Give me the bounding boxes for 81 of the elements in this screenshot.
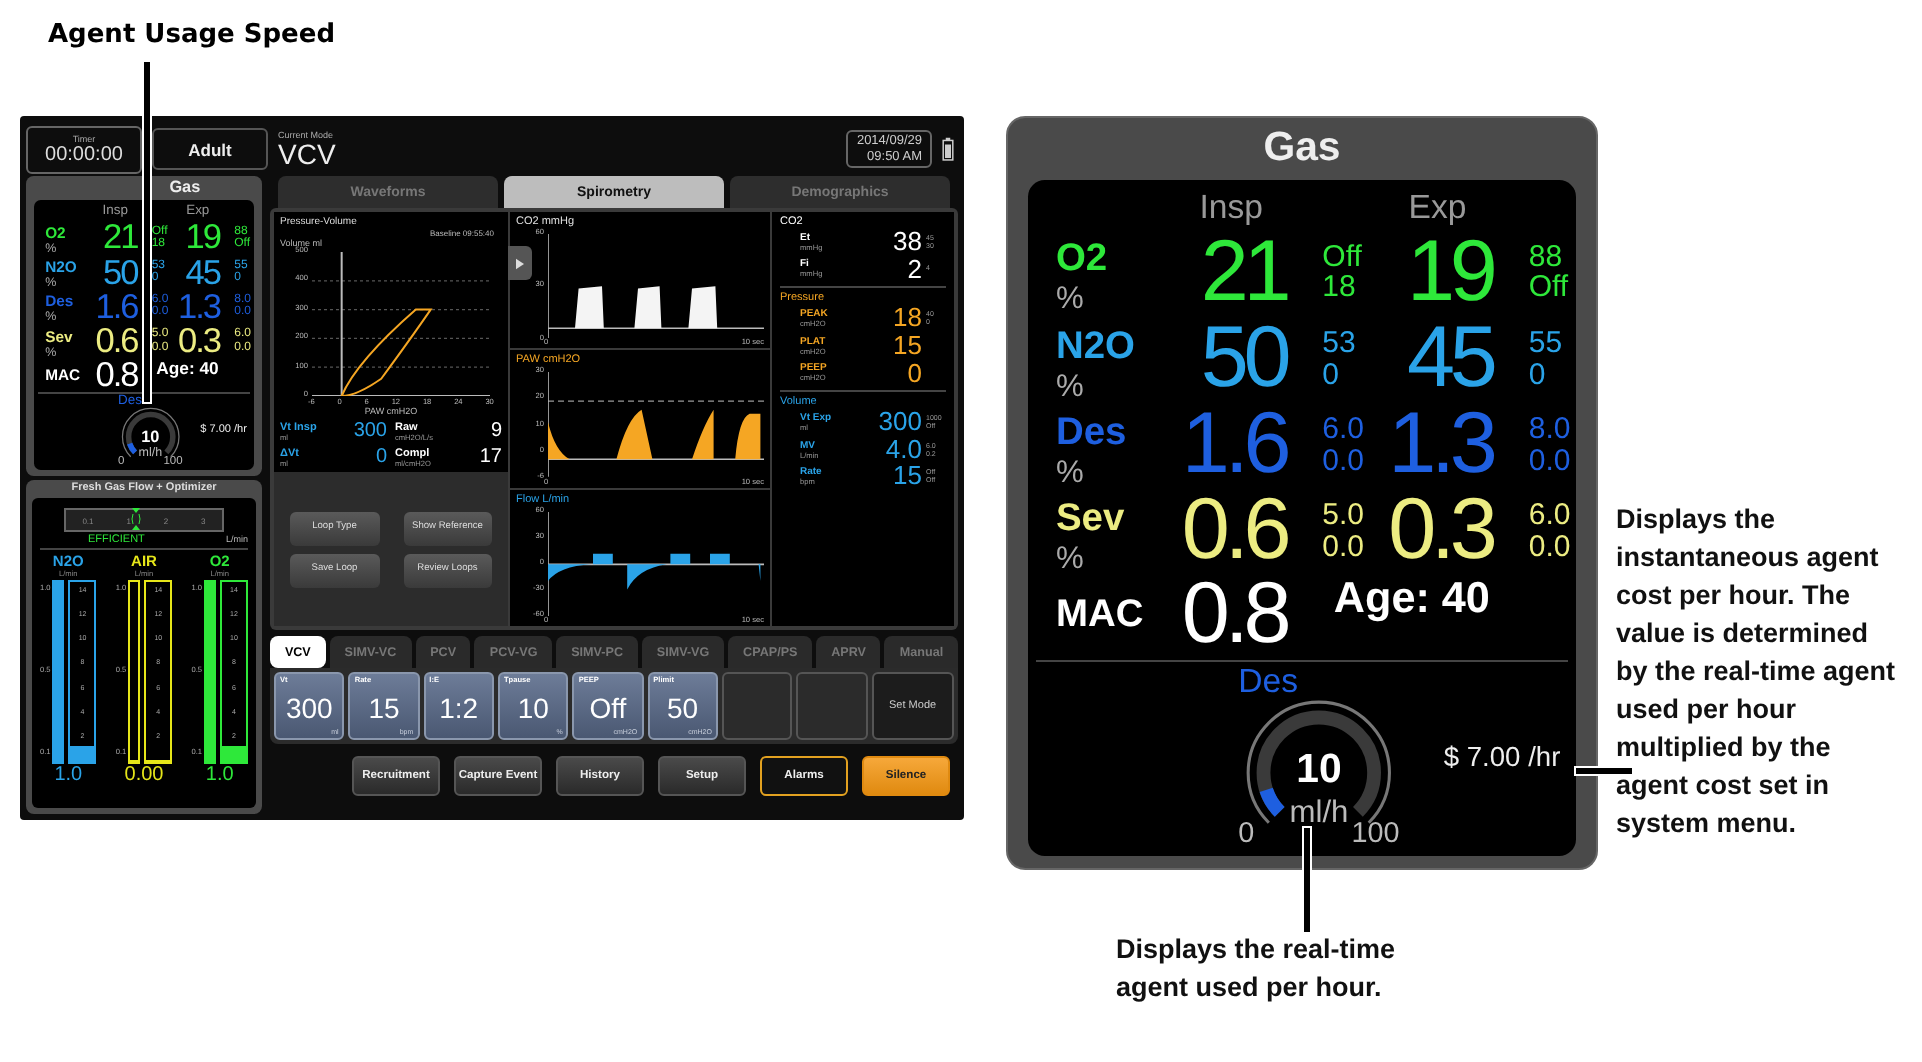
- parameter-value: 4.0: [885, 435, 922, 463]
- expand-button[interactable]: [508, 246, 532, 280]
- exp-value: 0.3: [1386, 488, 1493, 576]
- insp-value: 0.6: [1179, 488, 1287, 576]
- insp-value: 1.6: [93, 289, 138, 325]
- usage-unit: ml/h: [1287, 795, 1351, 832]
- panel-title: Gas: [167, 176, 203, 200]
- mac-value: 0.8: [1179, 572, 1287, 660]
- parameter-value: 300: [878, 408, 922, 436]
- exp-value: 1.3: [176, 289, 220, 325]
- usage-value: 10: [1294, 748, 1344, 795]
- unit-label: %: [1055, 455, 1086, 492]
- flow-value: 1.0: [205, 763, 234, 785]
- insp-value: 21: [101, 220, 138, 256]
- panel-title: Gas: [1261, 124, 1343, 174]
- insp-value: 1.6: [1179, 402, 1287, 489]
- exp-value: 1.3: [1386, 402, 1493, 489]
- callout-text: Displays the instantaneous agent cost per hour. The value is determined by the real-time agent used per hour multiplied by the agent cost set in system menu.: [1616, 502, 1898, 842]
- mode-value: VCV: [278, 140, 336, 168]
- parameter-value: 0: [375, 446, 387, 468]
- agent-name: Des: [1055, 409, 1129, 456]
- age-text: Age: 40: [154, 357, 221, 378]
- exp-value: 45: [183, 255, 220, 290]
- parameter-value: 9: [490, 420, 502, 442]
- parameter-value: 38: [893, 228, 922, 256]
- gauge-max: 100: [1351, 817, 1400, 850]
- agent-name: Sev: [1055, 495, 1127, 542]
- parameter-value: 17: [479, 446, 502, 468]
- alarm-limit: 0: [1322, 359, 1342, 391]
- parameter-value: 0: [907, 359, 922, 387]
- flow-value: 1.0: [54, 763, 83, 785]
- insp-value: 0.6: [93, 324, 138, 359]
- exp-value: 19: [183, 220, 220, 256]
- triangle-right-icon: [516, 257, 524, 269]
- insp-value: 50: [1198, 316, 1287, 403]
- alarm-limit: 6.0: [1322, 414, 1367, 446]
- exp-value: 45: [1405, 316, 1493, 403]
- unit-label: %: [1055, 541, 1086, 578]
- unit-label: %: [1055, 282, 1086, 319]
- parameter-value: 15: [893, 331, 922, 360]
- callout-title: Agent Usage Speed: [48, 20, 338, 54]
- usage-value: 10: [139, 428, 162, 447]
- insp-value: 50: [101, 255, 138, 290]
- pressure-volume-loop: [340, 308, 432, 396]
- callout-text: Displays the real-time agent used per hour.: [1116, 932, 1398, 1006]
- column-header: Insp: [1197, 188, 1265, 229]
- alarm-limit: 6.0: [1528, 500, 1573, 533]
- alarm-limit: 55: [1528, 327, 1565, 360]
- parameter-value: 300: [353, 420, 387, 442]
- agent-name: N2O: [1055, 323, 1137, 370]
- battery-icon: [942, 136, 954, 162]
- agent-label: Des: [1238, 662, 1299, 703]
- alarm-limit: 0.0: [1322, 532, 1367, 564]
- alarm-limit: Off: [1322, 241, 1364, 273]
- exp-value: 19: [1405, 229, 1493, 317]
- mac-label: MAC: [1055, 592, 1146, 639]
- alarm-limit: 88: [1528, 241, 1565, 273]
- exp-value: 0.3: [176, 324, 220, 359]
- alarm-limit: 18: [1322, 272, 1358, 305]
- age-text: Age: 40: [1331, 572, 1492, 625]
- flow-value: 0.00: [124, 763, 164, 785]
- alarm-limit: 0.0: [1528, 532, 1573, 564]
- alarm-limit: Off: [1528, 272, 1571, 305]
- agent-name: O2: [1055, 236, 1110, 283]
- parameter-value: 18: [893, 304, 922, 332]
- cost-text: $ 7.00 /hr: [1443, 741, 1561, 772]
- alarm-limit: 53: [1322, 327, 1358, 360]
- column-header: Exp: [1406, 188, 1469, 229]
- mac-value: 0.8: [93, 357, 138, 393]
- parameter-value: 15: [893, 462, 922, 491]
- alarm-limit: 0.0: [1528, 445, 1573, 478]
- alarm-limit: 0.0: [1322, 445, 1367, 478]
- insp-value: 21: [1198, 229, 1287, 317]
- parameter-value: 2: [907, 255, 922, 283]
- patient-type-button[interactable]: Adult: [152, 128, 268, 170]
- unit-label: %: [1055, 369, 1086, 406]
- timer-value: 00:00:00: [45, 143, 123, 165]
- alarm-limit: 5.0: [1322, 500, 1367, 533]
- alarm-limit: 8.0: [1528, 414, 1573, 446]
- gauge-min: 0: [1238, 817, 1255, 850]
- alarm-limit: 0: [1528, 359, 1548, 391]
